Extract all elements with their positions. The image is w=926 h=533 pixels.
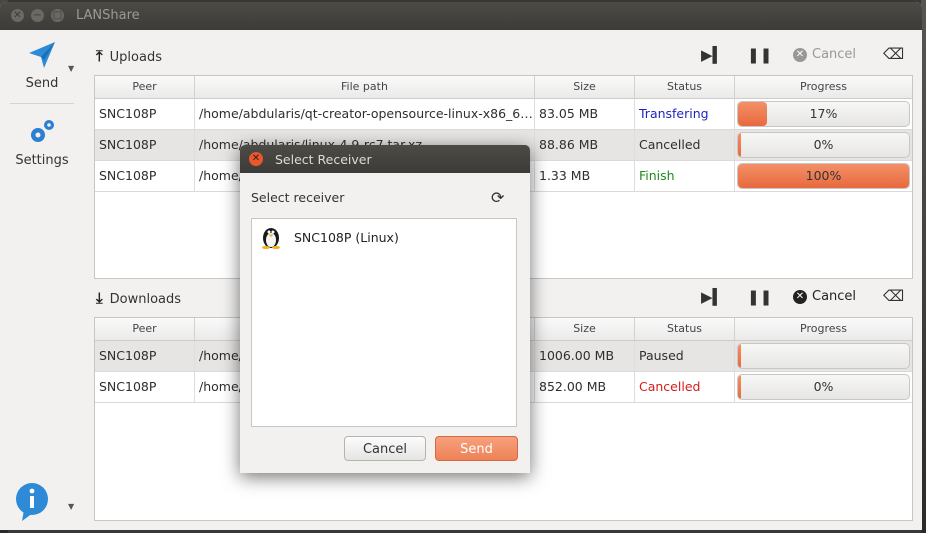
- gears-icon: [31, 120, 54, 142]
- select-receiver-dialog: ✕ Select Receiver Select receiver ⟳ SNC1…: [240, 145, 530, 473]
- uploads-cancel-button[interactable]: ✕ Cancel: [793, 47, 856, 62]
- info-icon: [16, 483, 48, 521]
- uploads-pause-button[interactable]: ❚❚: [747, 46, 772, 64]
- resume-icon: ▶▍: [701, 288, 725, 306]
- about-button[interactable]: [0, 482, 66, 526]
- peer-cell: SNC108P: [95, 372, 195, 402]
- table-row[interactable]: SNC108P /home/abdularis/qt-creator-opens…: [95, 99, 912, 130]
- receiver-name: SNC108P (Linux): [294, 229, 399, 245]
- sidebar-item-label: Settings: [15, 153, 69, 168]
- peer-cell: SNC108P: [95, 341, 195, 371]
- title-bar: ✕ − □ LANShare: [0, 2, 922, 30]
- window-title: LANShare: [76, 8, 140, 23]
- status-cell: Finish: [635, 161, 735, 191]
- column-header[interactable]: Progress: [735, 318, 912, 340]
- cancel-label: Cancel: [812, 289, 857, 304]
- sidebar-divider: [10, 103, 74, 104]
- progress-cell: 17%: [735, 99, 912, 129]
- uploads-header: ⤒ Uploads: [96, 47, 162, 65]
- sidebar: Send ▼ Settings ▼: [8, 30, 76, 530]
- dialog-title: Select Receiver: [275, 152, 372, 167]
- size-cell: 83.05 MB: [535, 99, 635, 129]
- about-menu-caret-icon[interactable]: ▼: [68, 502, 74, 511]
- progress-text: 100%: [805, 168, 842, 183]
- downloads-resume-button[interactable]: ▶▍: [701, 288, 724, 306]
- send-menu-caret-icon[interactable]: ▼: [68, 64, 74, 73]
- progress-cell: 100%: [735, 161, 912, 191]
- progress-cell: 0%: [735, 130, 912, 160]
- downloads-title: Downloads: [109, 292, 182, 307]
- uploads-resume-button[interactable]: ▶▍: [701, 46, 724, 64]
- status-cell: Cancelled: [635, 130, 735, 160]
- downloads-cancel-button[interactable]: ✕ Cancel: [793, 289, 856, 304]
- progress-cell: [735, 341, 912, 371]
- progress-fill: [738, 344, 741, 368]
- cancel-icon: ✕: [793, 47, 807, 62]
- receiver-item[interactable]: SNC108P (Linux): [260, 225, 399, 249]
- window-close-button[interactable]: ✕: [11, 9, 24, 22]
- cancel-label: Cancel: [812, 47, 857, 62]
- window-minimize-button[interactable]: −: [31, 9, 44, 22]
- refresh-icon: ⟳: [491, 188, 505, 207]
- progress-bar: 0%: [737, 132, 910, 158]
- column-header[interactable]: Status: [635, 76, 735, 98]
- pause-icon: ❚❚: [747, 288, 773, 306]
- progress-cell: 0%: [735, 372, 912, 402]
- column-header[interactable]: Peer: [95, 76, 195, 98]
- size-cell: 1006.00 MB: [535, 341, 635, 371]
- downloads-header: ⤓ Downloads: [96, 289, 181, 307]
- dialog-title-bar: ✕ Select Receiver: [240, 145, 530, 173]
- downloads-clear-button[interactable]: ⌫: [883, 287, 904, 305]
- peer-cell: SNC108P: [95, 161, 195, 191]
- size-cell: 88.86 MB: [535, 130, 635, 160]
- tux-icon: [262, 228, 280, 249]
- broom-icon: ⌫: [883, 287, 905, 305]
- downloads-pause-button[interactable]: ❚❚: [747, 288, 772, 306]
- uploads-table-header: Peer File path Size Status Progress: [95, 76, 912, 99]
- progress-bar: [737, 343, 910, 369]
- uploads-title: Uploads: [109, 50, 162, 65]
- column-header[interactable]: Size: [535, 318, 635, 340]
- progress-bar: 0%: [737, 374, 910, 400]
- column-header[interactable]: Status: [635, 318, 735, 340]
- refresh-button[interactable]: ⟳: [491, 188, 504, 207]
- status-cell: Transfering: [635, 99, 735, 129]
- progress-text: 0%: [813, 137, 834, 152]
- status-cell: Cancelled: [635, 372, 735, 402]
- paper-plane-icon: [29, 42, 55, 68]
- column-header[interactable]: Size: [535, 76, 635, 98]
- pause-icon: ❚❚: [747, 46, 773, 64]
- dialog-close-button[interactable]: ✕: [249, 152, 263, 166]
- upload-icon: ⤒: [96, 47, 103, 65]
- download-icon: ⤓: [96, 289, 103, 307]
- peer-cell: SNC108P: [95, 99, 195, 129]
- uploads-clear-button[interactable]: ⌫: [883, 45, 904, 63]
- progress-bar: 100%: [737, 163, 910, 189]
- select-receiver-label: Select receiver: [251, 190, 345, 205]
- size-cell: 852.00 MB: [535, 372, 635, 402]
- column-header[interactable]: Progress: [735, 76, 912, 98]
- sidebar-item-settings[interactable]: Settings: [8, 117, 76, 168]
- column-header[interactable]: File path: [195, 76, 535, 98]
- dialog-send-button[interactable]: Send: [435, 436, 518, 461]
- cancel-icon: ✕: [793, 289, 807, 304]
- sidebar-item-send[interactable]: Send: [8, 40, 76, 91]
- sidebar-item-label: Send: [25, 76, 59, 91]
- status-cell: Paused: [635, 341, 735, 371]
- broom-icon: ⌫: [883, 45, 905, 63]
- column-header[interactable]: Peer: [95, 318, 195, 340]
- dialog-cancel-button[interactable]: Cancel: [344, 436, 426, 461]
- window-maximize-button[interactable]: □: [51, 9, 64, 22]
- resume-icon: ▶▍: [701, 46, 725, 64]
- peer-cell: SNC108P: [95, 130, 195, 160]
- size-cell: 1.33 MB: [535, 161, 635, 191]
- progress-bar: 17%: [737, 101, 910, 127]
- path-cell: /home/abdularis/qt-creator-opensource-li…: [195, 99, 535, 129]
- progress-text: 0%: [813, 379, 834, 394]
- receiver-list[interactable]: SNC108P (Linux): [251, 218, 517, 427]
- progress-text: 17%: [809, 106, 838, 121]
